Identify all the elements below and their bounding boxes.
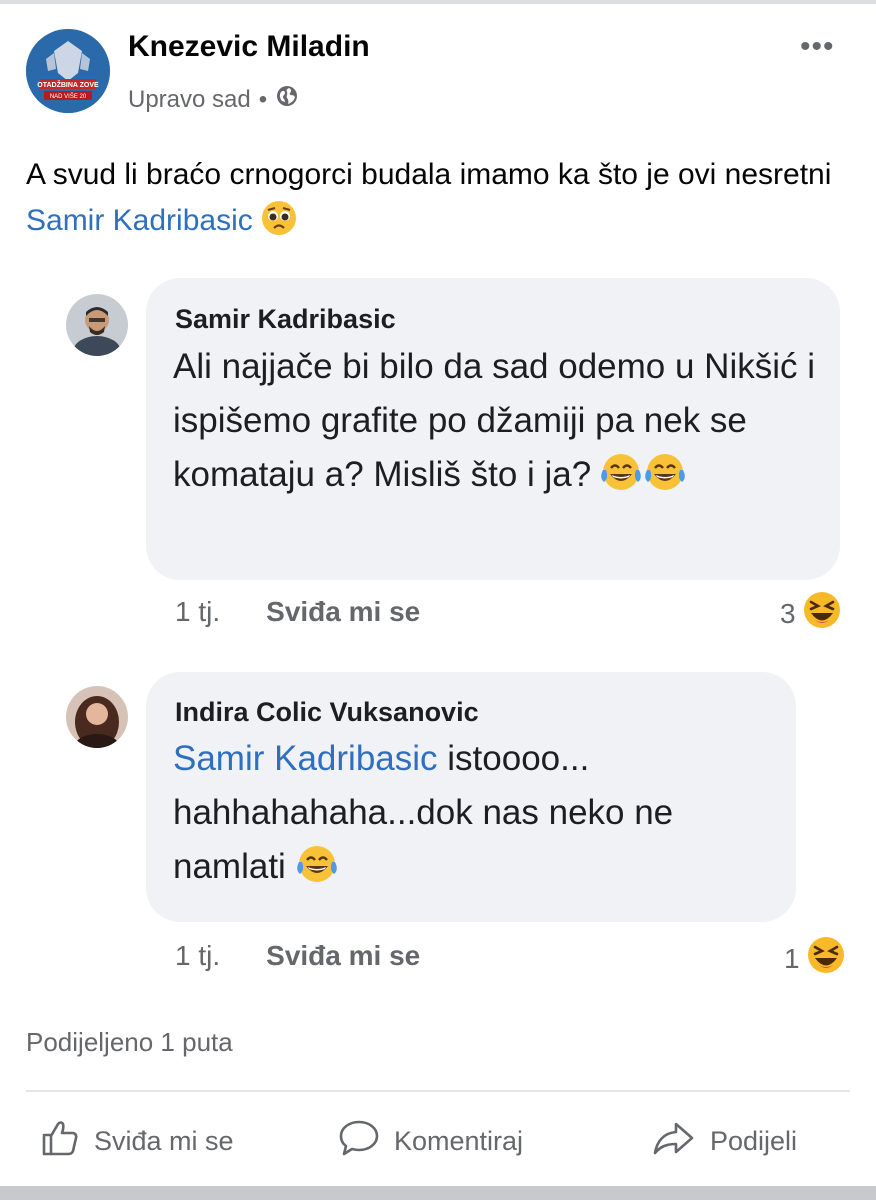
top-border <box>0 0 876 4</box>
comment-button[interactable]: Komentiraj <box>338 1118 523 1165</box>
comment-reactions[interactable]: 3 <box>780 590 842 637</box>
laughing-face-icon <box>806 935 846 982</box>
comment-body: Ali najjače bi bilo da sad odemo u Nikši… <box>173 347 815 494</box>
avatar-caption-bottom: NAD VIŠE 20 <box>50 93 87 100</box>
post-mention-link[interactable]: Samir Kadribasic <box>26 204 253 237</box>
reaction-count: 3 <box>780 597 796 629</box>
comment-actions: 1 tj. Sviđa mi se <box>175 940 420 972</box>
comment-avatar-indira[interactable] <box>66 686 128 748</box>
laughing-face-icon <box>802 590 842 637</box>
post-text-body: A svud li braćo crnogorci budala imamo k… <box>26 158 832 191</box>
comment-like-button[interactable]: Sviđa mi se <box>266 940 420 972</box>
share-arrow-icon <box>652 1118 696 1165</box>
comment-like-button[interactable]: Sviđa mi se <box>266 596 420 628</box>
post-action-bar: Sviđa mi se Komentiraj Podijeli <box>0 1118 876 1164</box>
pleading-face-icon <box>261 200 297 250</box>
speech-bubble-icon <box>338 1118 380 1165</box>
post-text: A svud li braćo crnogorci budala imamo k… <box>26 152 846 250</box>
comment-avatar-samir[interactable] <box>66 294 128 356</box>
post-meta: Upravo sad • <box>128 84 299 115</box>
tears-of-joy-icon <box>601 452 687 508</box>
like-label: Sviđa mi se <box>94 1126 234 1156</box>
tears-of-joy-icon <box>296 844 338 900</box>
comment-text: Samir Kadribasic istoooo... hahhahahaha.… <box>173 732 783 900</box>
more-options-button[interactable]: ••• <box>800 30 835 64</box>
comment-author-name[interactable]: Indira Colic Vuksanovic <box>175 697 479 728</box>
comment-reactions[interactable]: 1 <box>784 935 846 982</box>
comment-author-name[interactable]: Samir Kadribasic <box>175 304 396 335</box>
comment-mention-link[interactable]: Samir Kadribasic <box>173 739 438 778</box>
meta-separator: • <box>258 85 268 113</box>
share-label: Podijeli <box>710 1126 798 1156</box>
like-button[interactable]: Sviđa mi se <box>40 1118 234 1165</box>
share-button[interactable]: Podijeli <box>652 1118 797 1165</box>
comment-text: Ali najjače bi bilo da sad odemo u Nikši… <box>173 340 823 508</box>
author-avatar[interactable]: OTADŽBINA ZOVE NAD VIŠE 20 <box>26 29 110 113</box>
comment-actions: 1 tj. Sviđa mi se <box>175 596 420 628</box>
post-author-name[interactable]: Knezevic Miladin <box>128 30 370 64</box>
reaction-count: 1 <box>784 942 800 974</box>
avatar-caption-top: OTADŽBINA ZOVE <box>37 80 99 89</box>
globe-icon <box>275 84 299 115</box>
share-count[interactable]: Podijeljeno 1 puta <box>26 1027 233 1058</box>
comment-age[interactable]: 1 tj. <box>175 596 220 628</box>
thumbs-up-icon <box>40 1118 80 1165</box>
bottom-border <box>0 1186 876 1200</box>
divider <box>26 1090 850 1092</box>
comment-label: Komentiraj <box>394 1126 524 1156</box>
post-time[interactable]: Upravo sad <box>128 86 251 114</box>
comment-age[interactable]: 1 tj. <box>175 940 220 972</box>
